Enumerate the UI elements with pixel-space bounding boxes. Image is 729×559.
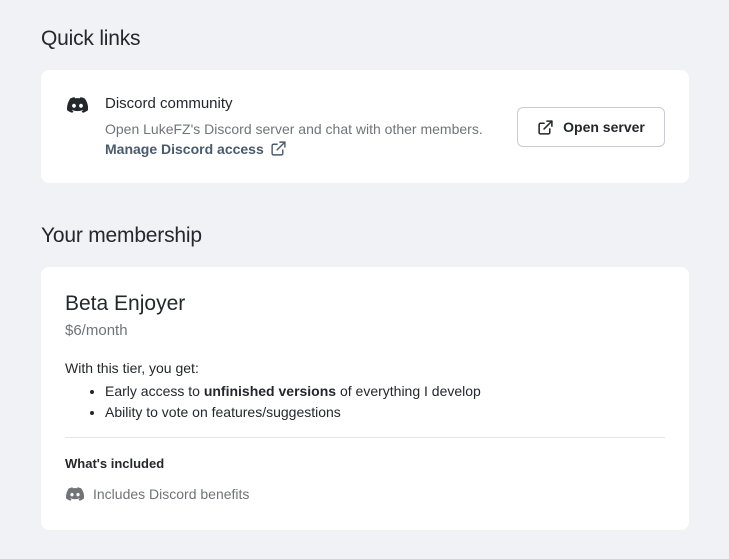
benefit-item: Ability to vote on features/suggestions	[105, 402, 481, 423]
whats-included-heading: What's included	[65, 456, 165, 471]
benefit-item: Early access to unfinished versions of e…	[105, 381, 481, 402]
external-link-icon	[538, 119, 553, 135]
open-server-label: Open server	[563, 119, 645, 135]
included-item-discord: Includes Discord benefits	[66, 486, 249, 502]
manage-discord-access-link[interactable]: Manage Discord access	[105, 140, 287, 157]
external-link-icon	[271, 141, 286, 156]
discord-community-description: Open LukeFZ's Discord server and chat wi…	[105, 121, 483, 137]
open-server-button[interactable]: Open server	[517, 107, 665, 147]
included-item-label: Includes Discord benefits	[93, 486, 250, 502]
discord-community-card: Discord community Open LukeFZ's Discord …	[41, 70, 689, 183]
discord-icon	[66, 487, 84, 501]
discord-icon	[67, 97, 88, 113]
quick-links-heading: Quick links	[41, 27, 141, 50]
membership-card: Beta Enjoyer $6/month With this tier, yo…	[41, 267, 689, 530]
discord-community-title: Discord community	[105, 95, 233, 112]
tier-benefits-list: Early access to unfinished versions of e…	[105, 381, 481, 423]
your-membership-heading: Your membership	[41, 224, 202, 247]
tier-price: $6/month	[65, 322, 128, 339]
tier-intro: With this tier, you get:	[65, 360, 199, 376]
tier-name: Beta Enjoyer	[65, 292, 186, 315]
divider	[65, 437, 665, 438]
manage-discord-access-label: Manage Discord access	[105, 140, 264, 157]
